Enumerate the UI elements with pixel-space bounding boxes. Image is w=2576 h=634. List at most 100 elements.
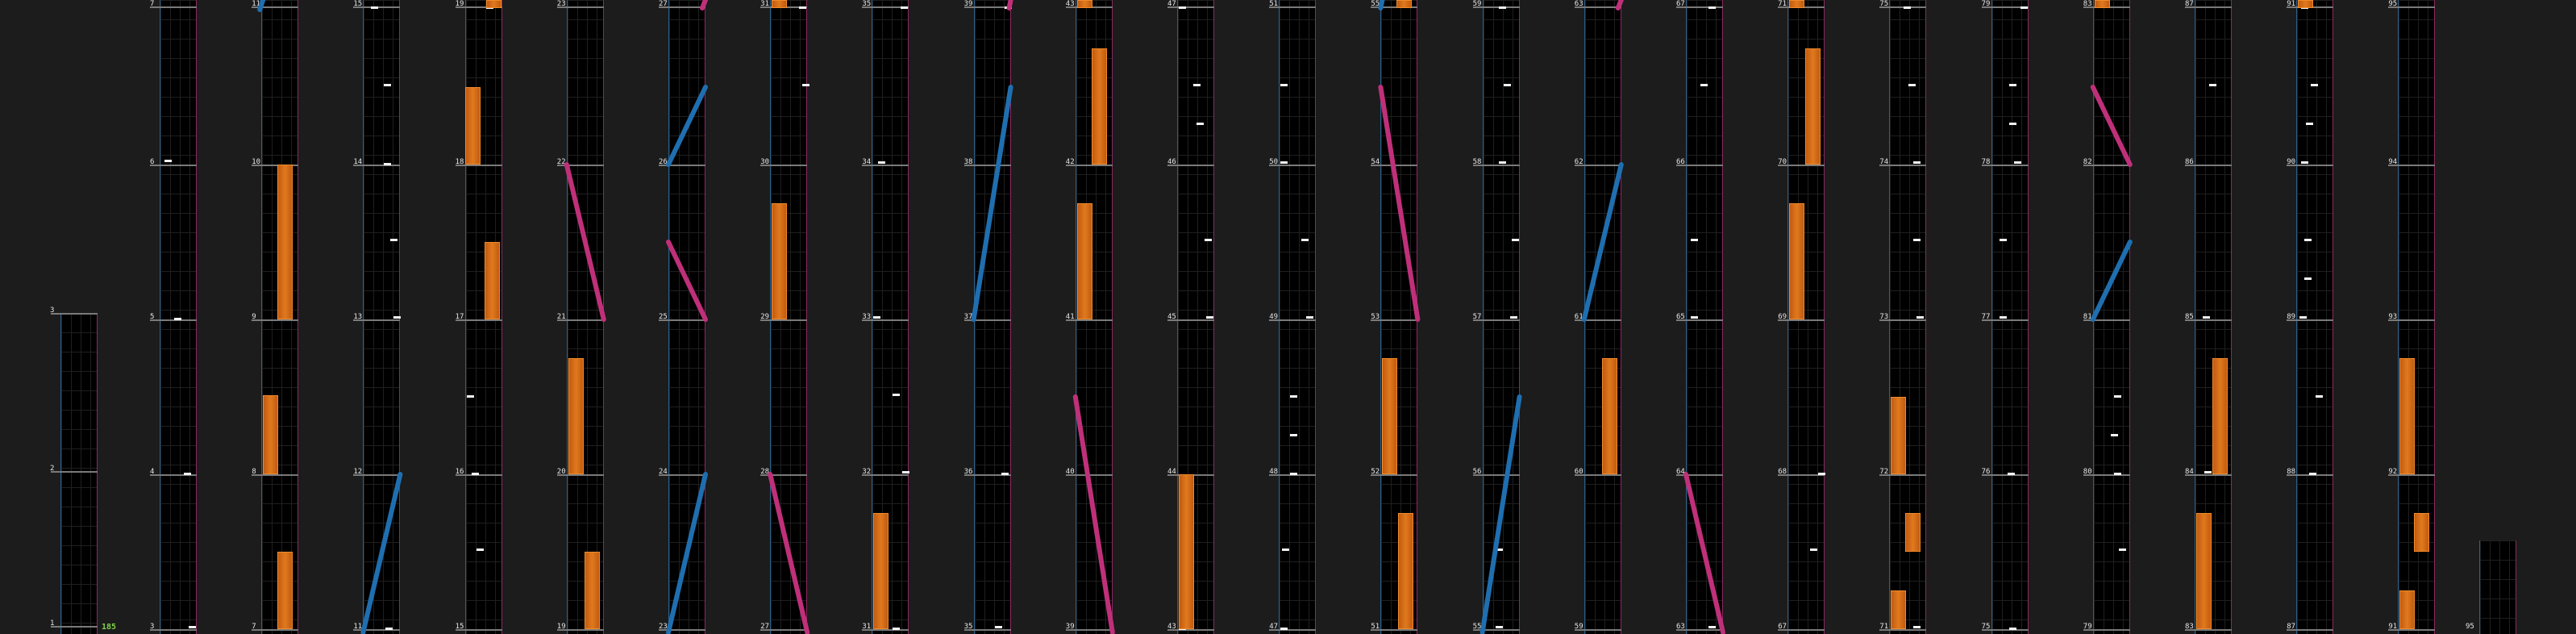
measure-number: 75 xyxy=(1879,0,1889,8)
hold-note xyxy=(2414,513,2430,552)
measure-number: 45 xyxy=(1167,313,1176,321)
hold-note xyxy=(1891,590,1907,629)
measure-number: 46 xyxy=(1167,158,1176,166)
tap-note xyxy=(1196,123,1204,125)
measure-number: 22 xyxy=(556,158,566,166)
measure-number: 44 xyxy=(1167,468,1176,476)
measure-number: 47 xyxy=(1167,0,1176,8)
measure-number: 2 xyxy=(50,465,55,473)
measure-line xyxy=(150,165,197,166)
hold-note xyxy=(1905,513,1921,552)
hold-note xyxy=(584,552,600,629)
measure-number: 71 xyxy=(1879,623,1889,631)
hold-note xyxy=(873,513,889,629)
hold-note xyxy=(1601,358,1617,474)
tap-note xyxy=(1290,395,1298,398)
measure-number: 81 xyxy=(2083,313,2092,321)
hold-note xyxy=(772,203,788,319)
measure-number: 39 xyxy=(1065,623,1075,631)
measure-number: 88 xyxy=(2287,468,2296,476)
tap-note xyxy=(1179,6,1186,9)
measure-number: 69 xyxy=(1778,313,1787,321)
tap-note xyxy=(2204,471,2212,473)
measure-number: 57 xyxy=(1472,313,1482,321)
measure-number: 37 xyxy=(963,313,973,321)
measure-number: 24 xyxy=(659,468,668,476)
measure-number: 5 xyxy=(150,313,155,321)
measure-number: 27 xyxy=(659,0,668,8)
tap-note xyxy=(2008,123,2016,125)
tap-note xyxy=(1904,6,1912,9)
measure-number: 63 xyxy=(1574,0,1583,8)
tap-note xyxy=(1306,316,1314,319)
measure-number: 7 xyxy=(252,623,256,631)
tap-note xyxy=(393,316,402,319)
tap-note xyxy=(2008,84,2016,86)
measure-number: 16 xyxy=(455,468,464,476)
tap-note xyxy=(371,6,379,9)
tap-note xyxy=(799,6,807,9)
measure-number: 59 xyxy=(1472,0,1482,8)
measure-number: 6 xyxy=(150,158,155,166)
hold-note xyxy=(2298,0,2314,8)
measure-number: 10 xyxy=(252,158,261,166)
tap-note xyxy=(873,316,881,319)
tap-note xyxy=(2304,277,2312,280)
tap-note xyxy=(1908,84,1916,86)
measure-number: 18 xyxy=(455,158,464,166)
tap-note xyxy=(466,395,474,398)
measure-number: 56 xyxy=(1472,468,1482,476)
measure-number: 38 xyxy=(963,158,973,166)
hold-note xyxy=(1179,474,1194,629)
measure-number: 33 xyxy=(862,313,872,321)
measure-number: 8 xyxy=(252,468,256,476)
tap-note xyxy=(189,626,196,628)
measure-number: 66 xyxy=(1676,158,1685,166)
tap-note xyxy=(2316,395,2324,398)
hold-note xyxy=(1891,397,1907,474)
measure-number: 83 xyxy=(2083,0,2092,8)
measure-number: 50 xyxy=(1269,158,1279,166)
lane-column xyxy=(973,0,1011,634)
tap-note xyxy=(1691,239,1698,241)
measure-number: 79 xyxy=(2083,623,2092,631)
measure-number: 55 xyxy=(1371,0,1380,8)
tap-note xyxy=(471,473,479,475)
measure-number: 86 xyxy=(2185,158,2194,166)
tap-note xyxy=(2008,628,2016,630)
measure-number: 28 xyxy=(760,468,770,476)
measure-number: 76 xyxy=(1981,468,1991,476)
measure-number: 19 xyxy=(556,623,566,631)
measure-number: 62 xyxy=(1574,158,1583,166)
measure-number: 59 xyxy=(1574,623,1583,631)
tap-note xyxy=(2209,84,2216,86)
tap-note xyxy=(1205,239,1212,241)
tap-note xyxy=(2113,395,2121,398)
measure-number: 87 xyxy=(2287,623,2296,631)
measure-number: 36 xyxy=(963,468,973,476)
hold-note xyxy=(2399,358,2416,474)
measure-number: 52 xyxy=(1371,468,1380,476)
measure-number: 15 xyxy=(455,623,464,631)
lane-column xyxy=(1583,0,1621,634)
tap-note xyxy=(390,239,398,241)
tap-note xyxy=(1509,316,1517,319)
tap-note xyxy=(1301,239,1309,241)
tap-note xyxy=(1999,316,2007,319)
measure-number: 61 xyxy=(1574,313,1583,321)
measure-line xyxy=(51,471,98,473)
tap-note xyxy=(2301,161,2309,164)
lane-column xyxy=(2092,0,2130,634)
tap-note xyxy=(2306,123,2314,125)
tap-note xyxy=(802,84,810,86)
tap-note xyxy=(1290,473,1298,475)
measure-line xyxy=(150,6,197,8)
tap-note xyxy=(1495,626,1503,628)
tap-note xyxy=(994,626,1002,628)
hold-note xyxy=(1396,0,1413,8)
hold-note xyxy=(1789,0,1805,8)
tap-note xyxy=(1004,6,1012,9)
measure-number: 3 xyxy=(50,307,55,315)
measure-number: 87 xyxy=(2185,0,2194,8)
tap-note xyxy=(2309,473,2317,475)
